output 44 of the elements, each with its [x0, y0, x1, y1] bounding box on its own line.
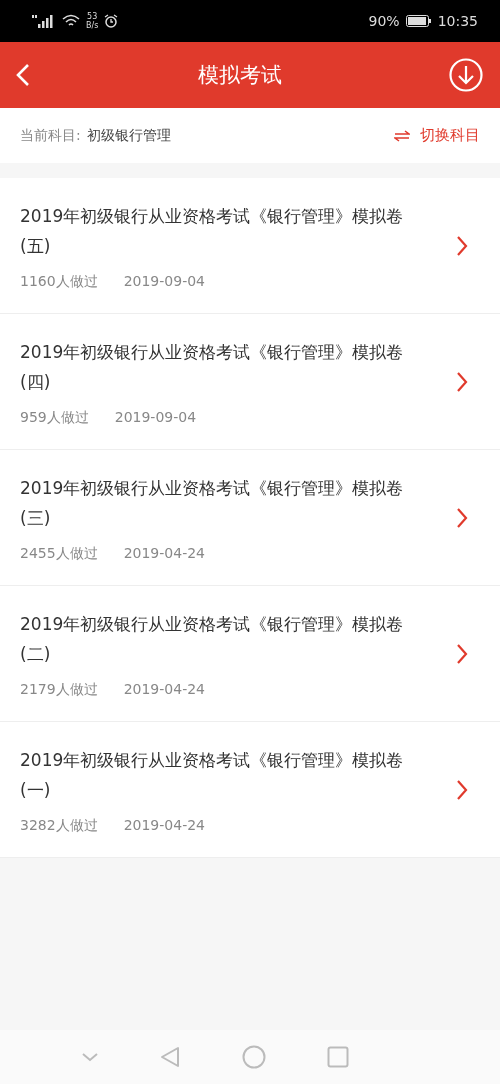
attempt-count: 3282人做过: [20, 816, 98, 835]
exam-date: 2019-09-04: [114, 408, 197, 427]
attempt-count: 2455人做过: [20, 544, 98, 563]
switch-subject-button[interactable]: 切换科目: [394, 124, 480, 147]
swap-icon: [394, 129, 410, 142]
back-triangle-icon[interactable]: [160, 1046, 181, 1068]
exam-date: 2019-04-24: [123, 680, 205, 699]
exam-date: 2019-09-04: [123, 272, 205, 291]
attempt-count: 2179人做过: [20, 680, 98, 699]
net-unit: B/s: [86, 21, 99, 30]
battery-icon: [405, 15, 432, 27]
chevron-right-icon: [456, 370, 468, 393]
exam-title: 2019年初级银行从业资格考试《银行管理》模拟卷(五): [20, 204, 405, 258]
exam-item[interactable]: 2019年初级银行从业资格考试《银行管理》模拟卷(一) 3282人做过 2019-04-24: [0, 722, 500, 858]
chevron-right-icon: [456, 506, 468, 529]
exam-item[interactable]: 2019年初级银行从业资格考试《银行管理》模拟卷(五) 1160人做过 2019-09-04: [0, 178, 500, 314]
page-title: 模拟考试: [197, 62, 282, 89]
recent-square-icon[interactable]: [327, 1046, 350, 1068]
chevron-right-icon: [456, 642, 468, 665]
battery-percent: 90%: [368, 13, 400, 29]
exam-title: 2019年初级银行从业资格考试《银行管理》模拟卷(四): [20, 340, 405, 394]
signal-icon: [30, 14, 56, 28]
subject-value: 初级银行管理: [86, 126, 171, 143]
net-speed: 53: [87, 12, 98, 21]
attempt-count: 959人做过: [20, 408, 89, 427]
exam-item[interactable]: 2019年初级银行从业资格考试《银行管理》模拟卷(二) 2179人做过 2019-04-24: [0, 586, 500, 722]
alarm-icon: [104, 14, 119, 28]
exam-title: 2019年初级银行从业资格考试《银行管理》模拟卷(一): [20, 748, 405, 802]
chevron-right-icon: [456, 234, 468, 257]
exam-date: 2019-04-24: [123, 544, 205, 563]
exam-item[interactable]: 2019年初级银行从业资格考试《银行管理》模拟卷(三) 2455人做过 2019-04-24: [0, 450, 500, 586]
subject-label: 当前科目:: [20, 126, 81, 143]
exam-title: 2019年初级银行从业资格考试《银行管理》模拟卷(三): [20, 476, 405, 530]
download-icon[interactable]: [449, 58, 483, 92]
wifi-icon: [62, 14, 80, 28]
exam-date: 2019-04-24: [123, 816, 205, 835]
chevron-right-icon: [456, 778, 468, 801]
attempt-count: 1160人做过: [20, 272, 98, 291]
exam-item[interactable]: 2019年初级银行从业资格考试《银行管理》模拟卷(四) 959人做过 2019-09-04: [0, 314, 500, 450]
chevron-down-icon[interactable]: [80, 1052, 99, 1062]
exam-title: 2019年初级银行从业资格考试《银行管理》模拟卷(二): [20, 612, 405, 666]
home-circle-icon[interactable]: [241, 1045, 266, 1069]
back-icon[interactable]: [16, 63, 30, 87]
clock: 10:35: [437, 13, 478, 29]
